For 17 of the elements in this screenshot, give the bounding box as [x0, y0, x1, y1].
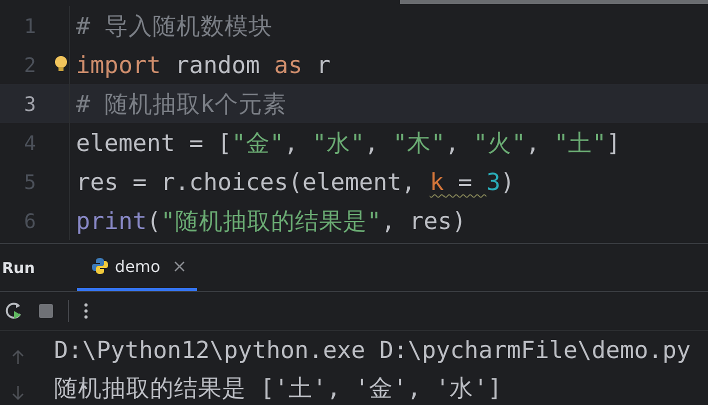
run-tab[interactable]: demo: [76, 244, 198, 291]
code-line: element = ["金", "水", "木", "火", "土"]: [76, 128, 620, 158]
line-number: 3: [0, 84, 70, 123]
console-line: D:\Python12\python.exe D:\pycharmFile\demo.py: [54, 335, 691, 366]
stop-icon[interactable]: [38, 303, 54, 319]
panel-title: Run: [1, 258, 36, 278]
code-line: res = r.choices(element, k = 3): [76, 168, 515, 196]
lightbulb-icon[interactable]: [54, 54, 68, 72]
more-icon[interactable]: [83, 302, 89, 320]
close-icon[interactable]: [174, 260, 186, 272]
python-icon: [90, 257, 109, 275]
code-line: print("随机抽取的结果是", res): [76, 206, 466, 236]
console-line: 随机抽取的结果是 ['土', '金', '水']: [54, 373, 503, 404]
code-line: import random as r: [76, 50, 331, 78]
code-line: # 随机抽取k个元素: [76, 88, 286, 120]
scrollbar[interactable]: [400, 0, 708, 4]
code-line: # 导入随机数模块: [76, 10, 272, 42]
